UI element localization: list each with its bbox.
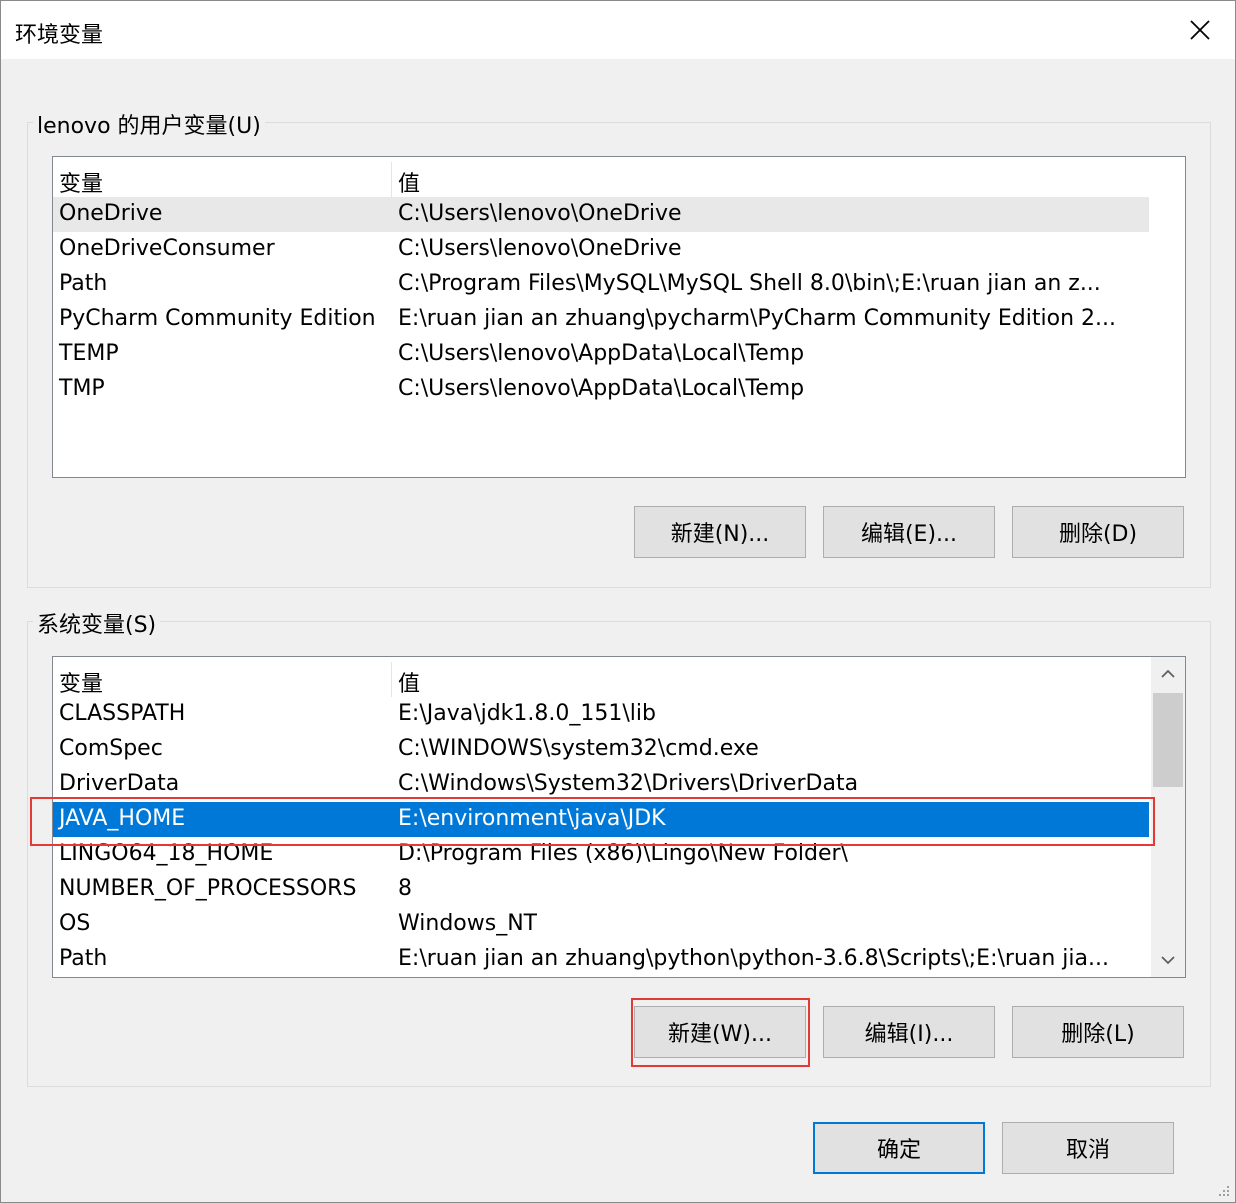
environment-variables-dialog: 环境变量 lenovo 的用户变量(U) 变量 值 OneDrive C:\Us… xyxy=(0,0,1236,1203)
system-delete-button[interactable]: 删除(L) xyxy=(1012,1006,1184,1058)
title-bar: 环境变量 xyxy=(1,1,1235,59)
column-header-value[interactable]: 值 xyxy=(398,666,420,698)
column-header-value[interactable]: 值 xyxy=(398,166,420,198)
system-variables-list[interactable]: 变量 值 CLASSPATH E:\Java\jdk1.8.0_151\lib … xyxy=(52,656,1186,978)
table-row[interactable]: OneDriveConsumer C:\Users\lenovo\OneDriv… xyxy=(53,232,1149,267)
table-row[interactable]: TMP C:\Users\lenovo\AppData\Local\Temp xyxy=(53,372,1149,407)
table-row[interactable]: PyCharm Community Edition E:\ruan jian a… xyxy=(53,302,1149,337)
table-row[interactable]: Path E:\ruan jian an zhuang\python\pytho… xyxy=(53,942,1149,977)
table-row[interactable]: LINGO64_18_HOME D:\Program Files (x86)\L… xyxy=(53,837,1149,872)
table-row[interactable]: OneDrive C:\Users\lenovo\OneDrive xyxy=(53,197,1149,232)
cancel-button[interactable]: 取消 xyxy=(1002,1122,1174,1174)
window-title: 环境变量 xyxy=(15,23,104,48)
close-icon xyxy=(1190,20,1210,40)
table-row-selected[interactable]: JAVA_HOME E:\environment\java\JDK xyxy=(53,802,1149,837)
table-row[interactable]: DriverData C:\Windows\System32\Drivers\D… xyxy=(53,767,1149,802)
user-edit-button[interactable]: 编辑(E)... xyxy=(823,506,995,558)
system-variables-legend: 系统变量(S) xyxy=(33,607,161,639)
table-row[interactable]: OS Windows_NT xyxy=(53,907,1149,942)
ok-button[interactable]: 确定 xyxy=(813,1122,985,1174)
user-delete-button[interactable]: 删除(D) xyxy=(1012,506,1184,558)
user-variables-legend: lenovo 的用户变量(U) xyxy=(33,108,265,140)
table-row[interactable]: TEMP C:\Users\lenovo\AppData\Local\Temp xyxy=(53,337,1149,372)
table-row[interactable]: Path C:\Program Files\MySQL\MySQL Shell … xyxy=(53,267,1149,302)
chevron-down-icon xyxy=(1161,956,1175,965)
close-button[interactable] xyxy=(1165,1,1235,59)
column-separator[interactable] xyxy=(391,162,392,197)
list-header: 变量 值 xyxy=(53,162,1149,197)
resize-grip-icon[interactable] xyxy=(1213,1180,1231,1198)
table-row[interactable]: CLASSPATH E:\Java\jdk1.8.0_151\lib xyxy=(53,697,1149,732)
chevron-up-icon xyxy=(1161,669,1175,678)
user-new-button[interactable]: 新建(N)... xyxy=(634,506,806,558)
user-variables-list[interactable]: 变量 值 OneDrive C:\Users\lenovo\OneDrive O… xyxy=(52,156,1186,478)
table-row[interactable]: ComSpec C:\WINDOWS\system32\cmd.exe xyxy=(53,732,1149,767)
system-new-button[interactable]: 新建(W)... xyxy=(634,1006,806,1058)
scroll-down-button[interactable] xyxy=(1151,943,1185,977)
table-row[interactable]: NUMBER_OF_PROCESSORS 8 xyxy=(53,872,1149,907)
scroll-thumb[interactable] xyxy=(1153,693,1183,787)
list-header: 变量 值 xyxy=(53,662,1149,697)
column-header-variable[interactable]: 变量 xyxy=(59,166,103,198)
vertical-scrollbar[interactable] xyxy=(1151,657,1185,977)
system-edit-button[interactable]: 编辑(I)... xyxy=(823,1006,995,1058)
column-header-variable[interactable]: 变量 xyxy=(59,666,103,698)
column-separator[interactable] xyxy=(391,662,392,697)
scroll-up-button[interactable] xyxy=(1151,657,1185,691)
